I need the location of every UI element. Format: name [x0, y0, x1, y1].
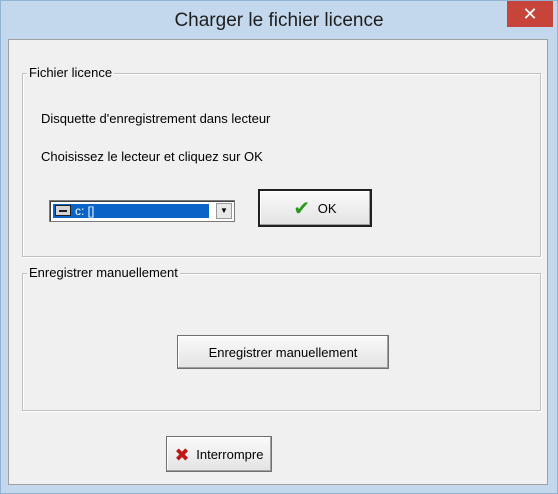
checkmark-icon: ✔	[293, 197, 311, 220]
license-file-group-legend: Fichier licence	[27, 65, 115, 80]
dialog-client-area: Fichier licence Disquette d'enregistreme…	[8, 39, 548, 485]
dialog-window: Charger le fichier licence ✕ Fichier lic…	[0, 0, 558, 494]
drive-select[interactable]: c: [] ▼	[49, 200, 235, 222]
manual-registration-button-label: Enregistrer manuellement	[208, 344, 358, 360]
ok-button-label: OK	[317, 200, 337, 216]
title-bar[interactable]: Charger le fichier licence ✕	[1, 1, 557, 39]
close-icon: ✕	[522, 4, 538, 24]
interrupt-button[interactable]: ✖ Interrompre	[166, 436, 272, 472]
ok-button[interactable]: ✔ OK	[258, 189, 372, 227]
manual-registration-button[interactable]: Enregistrer manuellement	[177, 335, 389, 369]
choose-drive-instruction-text: Choisissez le lecteur et cliquez sur OK	[41, 149, 263, 164]
drive-select-value: c: []	[53, 204, 209, 218]
floppy-instruction-text: Disquette d'enregistrement dans lecteur	[41, 111, 271, 126]
drive-icon	[55, 205, 71, 216]
cross-icon: ✖	[174, 444, 190, 465]
license-file-group: Fichier licence Disquette d'enregistreme…	[22, 65, 541, 257]
interrupt-button-label: Interrompre	[196, 446, 264, 462]
drive-select-text: c: []	[75, 204, 95, 218]
window-title: Charger le fichier licence	[174, 10, 384, 31]
manual-registration-group: Enregistrer manuellement Enregistrer man…	[22, 265, 541, 411]
manual-registration-group-legend: Enregistrer manuellement	[27, 265, 180, 280]
close-button[interactable]: ✕	[507, 1, 553, 27]
dropdown-arrow-icon[interactable]: ▼	[216, 203, 232, 219]
